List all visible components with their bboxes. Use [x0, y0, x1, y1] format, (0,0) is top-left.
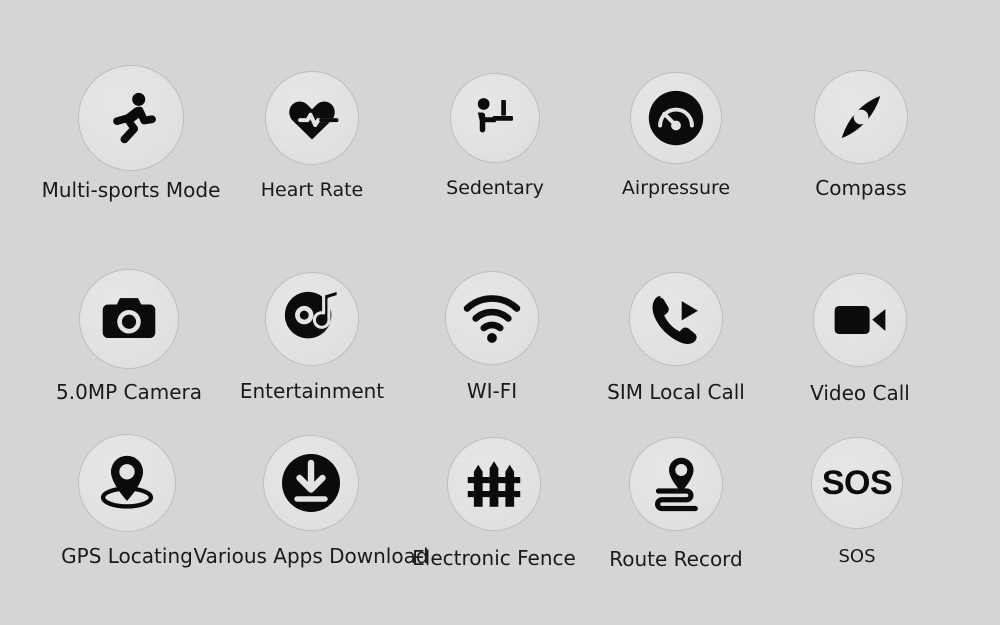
camera-icon	[100, 290, 158, 348]
feature-icon-circle[interactable]	[814, 274, 906, 366]
compass-needle-icon	[833, 89, 889, 145]
feature-icon-circle[interactable]	[264, 436, 358, 530]
wifi-icon	[463, 289, 521, 347]
vinyl-music-note-icon	[281, 288, 343, 350]
feature-icon-circle[interactable]	[630, 273, 722, 365]
pressure-gauge-icon	[646, 88, 706, 148]
feature-icon-circle[interactable]	[448, 438, 540, 530]
feature-grid: Multi-sports Mode Heart Rate Sedentary A…	[0, 0, 1000, 625]
feature-icon-circle[interactable]	[815, 71, 907, 163]
feature-label: Video Call	[810, 381, 910, 405]
feature-icon-circle[interactable]	[80, 270, 178, 368]
map-pin-locating-icon	[97, 453, 157, 513]
feature-icon-circle[interactable]	[630, 438, 722, 530]
video-camera-icon	[832, 292, 888, 348]
feature-icon-circle[interactable]	[266, 72, 358, 164]
phone-call-icon	[648, 291, 704, 347]
sitting-person-desk-icon	[470, 93, 520, 143]
fence-icon	[466, 456, 522, 512]
feature-icon-circle[interactable]	[266, 273, 358, 365]
feature-icon-circle[interactable]	[631, 73, 721, 163]
heart-pulse-icon	[285, 91, 339, 145]
route-path-pin-icon	[648, 456, 704, 512]
feature-icon-circle[interactable]	[79, 66, 183, 170]
sos-text-icon: SOS	[821, 463, 893, 502]
running-person-icon	[102, 89, 160, 147]
download-circle-icon	[279, 451, 343, 515]
feature-icon-circle[interactable]	[451, 74, 539, 162]
feature-icon-circle[interactable]: SOS	[812, 438, 902, 528]
feature-label: SOS	[838, 546, 876, 567]
feature-icon-circle[interactable]	[446, 272, 538, 364]
feature-label: Compass	[815, 176, 907, 200]
feature-icon-circle[interactable]	[79, 435, 175, 531]
